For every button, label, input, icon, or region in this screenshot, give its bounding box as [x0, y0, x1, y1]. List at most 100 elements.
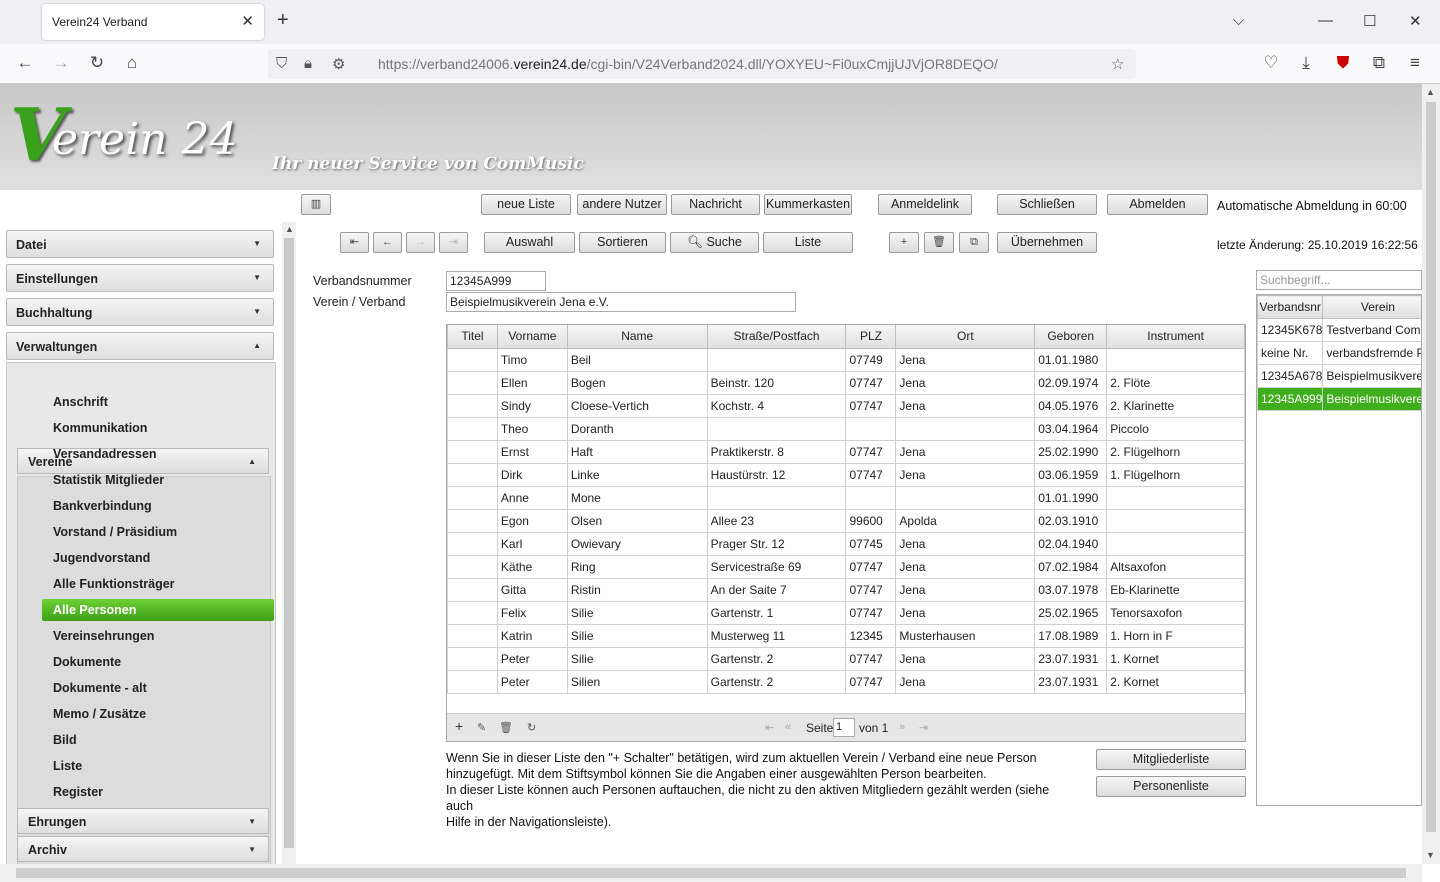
- prev-record-button[interactable]: ←: [373, 232, 402, 253]
- page-vertical-scrollbar[interactable]: ▲ ▼: [1422, 84, 1440, 864]
- lock-icon[interactable]: 🔒︎: [304, 55, 312, 72]
- andere-nutzer-button[interactable]: andere Nutzer: [577, 194, 667, 215]
- ublock-icon[interactable]: ⛊: [1332, 53, 1354, 73]
- permissions-icon[interactable]: ⚙: [332, 55, 345, 73]
- verband-row[interactable]: 12345A678 Beispielmusikverein: [1257, 364, 1421, 388]
- sidebar-section-einstellungen[interactable]: Einstellungen ▼: [6, 264, 274, 292]
- page-input[interactable]: 1: [833, 718, 855, 737]
- forward-icon[interactable]: →: [50, 53, 72, 73]
- abmelden-button[interactable]: Abmelden: [1107, 194, 1208, 215]
- column-header[interactable]: Ort: [895, 325, 1036, 349]
- table-row[interactable]: Anne Mone 01.01.1990: [447, 485, 1245, 510]
- sidebar-item-vereinsehrungen[interactable]: Vereinsehrungen: [42, 625, 274, 647]
- sidebar-item-bankverbindung[interactable]: Bankverbindung: [42, 495, 274, 517]
- schliessen-button[interactable]: Schließen: [997, 194, 1097, 215]
- column-header[interactable]: PLZ: [845, 325, 897, 349]
- sidebar-scroll-thumb[interactable]: [284, 238, 294, 848]
- column-header[interactable]: Geboren: [1034, 325, 1108, 349]
- sidebar-item-alle-funktionsträger[interactable]: Alle Funktionsträger: [42, 573, 274, 595]
- sidebar-item-dokumente-alt[interactable]: Dokumente - alt: [42, 677, 274, 699]
- sortieren-button[interactable]: Sortieren: [579, 232, 666, 253]
- delete-record-button[interactable]: 🗑︎: [924, 232, 954, 253]
- url-text[interactable]: https://verband24006.verein24.de/cgi-bin…: [378, 56, 998, 72]
- table-row[interactable]: Katrin Silie Musterweg 11 12345 Musterhausen…: [447, 623, 1245, 648]
- new-tab-icon[interactable]: +: [277, 9, 289, 32]
- sidebar-item-anschrift[interactable]: Anschrift: [42, 391, 274, 413]
- sidebar-item-versandadressen[interactable]: Versandadressen: [42, 443, 274, 465]
- sidebar-sub-archiv[interactable]: Archiv ▼: [17, 836, 269, 862]
- nachricht-button[interactable]: Nachricht: [671, 194, 760, 215]
- mitgliederliste-button[interactable]: Mitgliederliste: [1096, 749, 1246, 770]
- sidebar-item-jugendvorstand[interactable]: Jugendvorstand: [42, 547, 274, 569]
- add-record-button[interactable]: +: [889, 232, 919, 253]
- auswahl-button[interactable]: Auswahl: [484, 232, 575, 253]
- anmeldelink-button[interactable]: Anmeldelink: [878, 194, 972, 215]
- table-row[interactable]: Käthe Ring Servicestraße 69 07747 Jena 07.02.…: [447, 554, 1245, 579]
- sidebar-section-buchhaltung[interactable]: Buchhaltung ▼: [6, 298, 274, 326]
- table-row[interactable]: Felix Silie Gartenstr. 1 07747 Jena 25.02.196…: [447, 600, 1245, 625]
- sidebar-item-liste[interactable]: Liste: [42, 755, 274, 777]
- home-icon[interactable]: ⌂: [121, 53, 143, 73]
- column-header[interactable]: Straße/Postfach: [706, 325, 847, 349]
- column-header[interactable]: Titel: [447, 325, 498, 349]
- bookmark-star-icon[interactable]: ☆: [1111, 55, 1124, 73]
- next-record-button[interactable]: →: [406, 232, 435, 253]
- search-input[interactable]: Suchbegriff...: [1256, 270, 1422, 290]
- close-tab-icon[interactable]: ✕: [241, 12, 254, 30]
- table-row[interactable]: Peter Silie Gartenstr. 2 07747 Jena 23.07.193…: [447, 646, 1245, 671]
- verbandsnummer-field[interactable]: 12345A999: [446, 271, 546, 291]
- back-icon[interactable]: ←: [14, 53, 36, 73]
- tab-list-icon[interactable]: ⌵: [1233, 12, 1244, 29]
- sidebar-item-alle-personen[interactable]: Alle Personen: [42, 599, 274, 621]
- extensions-icon[interactable]: ⧉: [1368, 53, 1390, 73]
- scroll-down-icon[interactable]: ▼: [1426, 850, 1435, 860]
- kummerkasten-button[interactable]: Kummerkasten: [764, 194, 852, 215]
- next-page-icon[interactable]: »: [899, 721, 905, 733]
- sidebar-sub-ehrungen[interactable]: Ehrungen ▼: [17, 808, 269, 834]
- reload-icon[interactable]: ↻: [86, 53, 108, 73]
- refresh-icon[interactable]: ↻: [527, 721, 536, 734]
- edit-pencil-icon[interactable]: ✎: [477, 721, 486, 734]
- table-row[interactable]: Ernst Haft Praktikerstr. 8 07747 Jena 25.02.1…: [447, 439, 1245, 464]
- url-bar[interactable]: ⛉ 🔒︎ ⚙ https://verband24006.verein24.de/…: [268, 49, 1136, 79]
- scroll-up-icon[interactable]: ▲: [285, 224, 294, 234]
- close-window-icon[interactable]: ✕: [1409, 12, 1422, 30]
- table-row[interactable]: Egon Olsen Allee 23 99600 Apolda 02.03.1910: [447, 508, 1245, 533]
- trash-icon[interactable]: 🗑︎: [499, 721, 513, 734]
- first-record-button[interactable]: ⇤: [340, 232, 369, 253]
- first-page-icon[interactable]: ⇤: [765, 721, 774, 734]
- page-hscroll-thumb[interactable]: [16, 868, 1406, 878]
- uebernehmen-button[interactable]: Übernehmen: [997, 232, 1097, 253]
- column-header[interactable]: Verbandsnr: [1257, 295, 1324, 319]
- table-row[interactable]: Timo Beil 07749 Jena 01.01.1980: [447, 347, 1245, 372]
- table-row[interactable]: Peter Silien Gartenstr. 2 07747 Jena 23.07.19…: [447, 669, 1245, 694]
- minimize-icon[interactable]: —: [1318, 12, 1333, 29]
- verband-row[interactable]: keine Nr. verbandsfremde Pe: [1257, 341, 1421, 365]
- table-row[interactable]: Gitta Ristin An der Saite 7 07747 Jena 03.07.…: [447, 577, 1245, 602]
- column-header[interactable]: Instrument: [1106, 325, 1245, 349]
- column-header[interactable]: Verein: [1322, 295, 1421, 319]
- personenliste-button[interactable]: Personenliste: [1096, 776, 1246, 797]
- prev-page-icon[interactable]: «: [785, 721, 791, 733]
- browser-tab[interactable]: Verein24 Verband ✕: [42, 4, 264, 40]
- verein-field[interactable]: Beispielmusikverein Jena e.V.: [446, 292, 796, 312]
- maximize-icon[interactable]: ☐: [1363, 12, 1376, 30]
- pocket-icon[interactable]: ♡: [1260, 53, 1282, 73]
- sidebar-section-verwaltungen[interactable]: Verwaltungen ▲: [6, 332, 274, 360]
- sidebar-scrollbar[interactable]: ▲: [282, 222, 296, 864]
- page-scroll-thumb[interactable]: [1426, 102, 1436, 832]
- sidebar-item-statistik-mitglieder[interactable]: Statistik Mitglieder: [42, 469, 274, 491]
- column-header[interactable]: Vorname: [496, 325, 568, 349]
- last-page-icon[interactable]: ⇥: [919, 721, 928, 734]
- copy-record-button[interactable]: ⧉: [959, 232, 989, 253]
- sidebar-item-dokumente[interactable]: Dokumente: [42, 651, 274, 673]
- download-icon[interactable]: ⤓: [1295, 53, 1317, 73]
- table-row[interactable]: Karl Owievary Prager Str. 12 07745 Jena 02.04…: [447, 531, 1245, 556]
- menu-icon[interactable]: ≡: [1404, 53, 1426, 73]
- last-record-button[interactable]: ⇥: [439, 232, 468, 253]
- table-row[interactable]: Ellen Bogen Beinstr. 120 07747 Jena 02.09.197…: [447, 370, 1245, 395]
- table-row[interactable]: Dirk Linke Haustürstr. 12 07747 Jena 03.06.19…: [447, 462, 1245, 487]
- page-horizontal-scrollbar[interactable]: [0, 864, 1422, 882]
- neue-liste-button[interactable]: neue Liste: [481, 194, 571, 215]
- scroll-up-icon[interactable]: ▲: [1426, 87, 1435, 97]
